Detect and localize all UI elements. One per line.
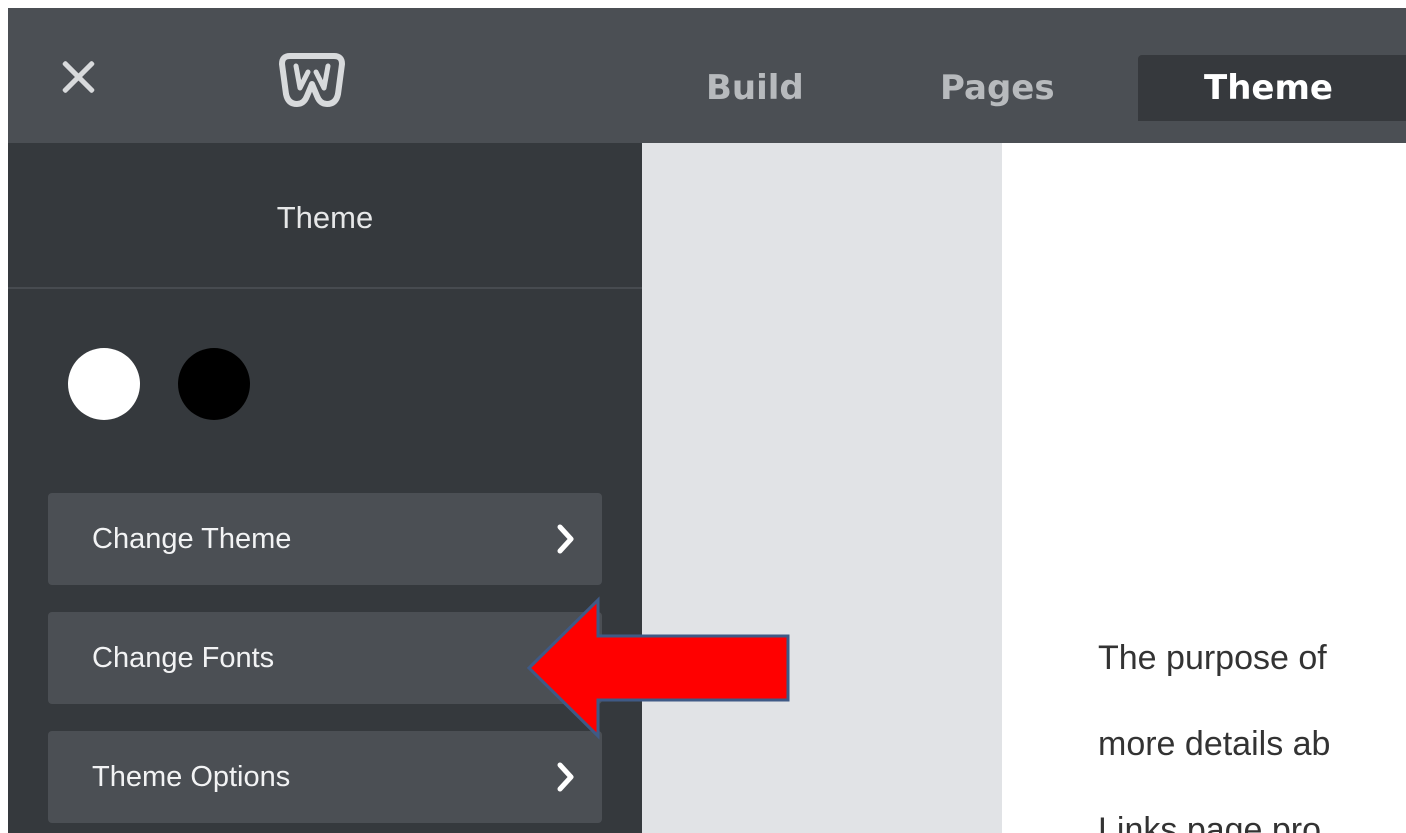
weebly-logo-icon[interactable]: [272, 50, 352, 110]
tab-pages[interactable]: Pages: [940, 55, 1055, 121]
site-preview[interactable]: The purpose of more details ab Links pag…: [1002, 143, 1406, 833]
chevron-right-icon: [557, 762, 574, 792]
menu-item-label: Change Fonts: [92, 642, 275, 674]
red-arrow-annotation: [526, 596, 790, 740]
color-swatch-black[interactable]: [178, 348, 250, 420]
close-icon[interactable]: [56, 54, 102, 100]
menu-item-label: Theme Options: [92, 761, 291, 793]
sidebar-title: Theme: [8, 143, 642, 289]
app-frame: Build Pages Theme Theme Change Theme Cha…: [8, 8, 1406, 833]
color-swatch-white[interactable]: [68, 348, 140, 420]
body-text-line: The purpose of: [1098, 639, 1327, 677]
tab-theme[interactable]: Theme: [1138, 55, 1406, 121]
top-bar: Build Pages Theme: [8, 8, 1406, 143]
menu-item-label: Change Theme: [92, 523, 292, 555]
body-text-line: Links page pro: [1098, 811, 1322, 833]
theme-options-button[interactable]: Theme Options: [48, 731, 602, 823]
tab-build[interactable]: Build: [706, 55, 804, 121]
change-theme-button[interactable]: Change Theme: [48, 493, 602, 585]
chevron-right-icon: [557, 524, 574, 554]
change-fonts-button[interactable]: Change Fonts: [48, 612, 602, 704]
body-text-line: more details ab: [1098, 725, 1331, 763]
